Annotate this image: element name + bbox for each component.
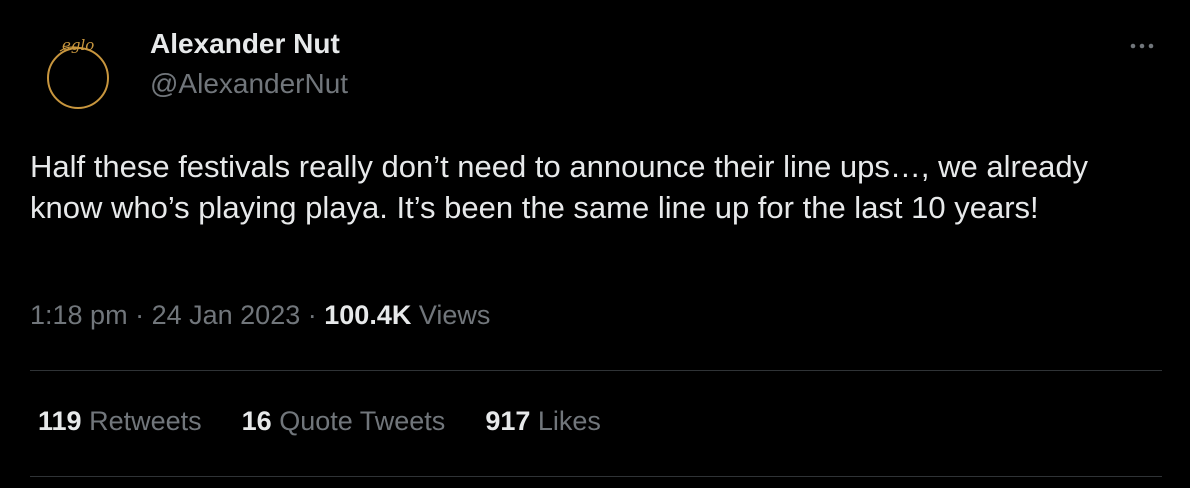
likes-count: 917	[485, 406, 531, 436]
more-options-button[interactable]	[1122, 26, 1162, 66]
retweets-label: Retweets	[89, 406, 202, 436]
views-count[interactable]: 100.4K	[324, 300, 411, 330]
tweet-detail: eglo Alexander Nut @AlexanderNut Half th…	[0, 0, 1190, 488]
author-name[interactable]: Alexander Nut	[150, 28, 340, 60]
retweets-count: 119	[38, 406, 82, 436]
quote-tweets-label: Quote Tweets	[279, 406, 446, 436]
meta-separator: ·	[307, 300, 317, 330]
tweet-meta: 1:18 pm · 24 Jan 2023 · 100.4K Views	[30, 300, 490, 331]
tweet-text: Half these festivals really don’t need t…	[30, 149, 1089, 225]
tweet-time[interactable]: 1:18 pm	[30, 300, 128, 330]
divider	[30, 476, 1162, 477]
divider	[30, 370, 1162, 371]
likes-label: Likes	[537, 406, 601, 436]
meta-separator: ·	[135, 300, 145, 330]
more-horizontal-icon	[1130, 43, 1154, 49]
author-handle[interactable]: @AlexanderNut	[150, 68, 348, 100]
quote-tweets-stat[interactable]: 16 Quote Tweets	[242, 406, 446, 437]
tweet-date[interactable]: 24 Jan 2023	[152, 300, 301, 330]
tweet-stats: 119 Retweets 16 Quote Tweets 917 Likes	[38, 406, 641, 437]
likes-stat[interactable]: 917 Likes	[485, 406, 601, 437]
quote-tweets-count: 16	[241, 406, 272, 436]
views-label[interactable]: Views	[419, 300, 491, 330]
svg-text:eglo: eglo	[62, 36, 94, 54]
avatar[interactable]: eglo	[40, 34, 116, 110]
retweets-stat[interactable]: 119 Retweets	[38, 406, 202, 437]
avatar-logo-icon: eglo	[47, 36, 109, 109]
